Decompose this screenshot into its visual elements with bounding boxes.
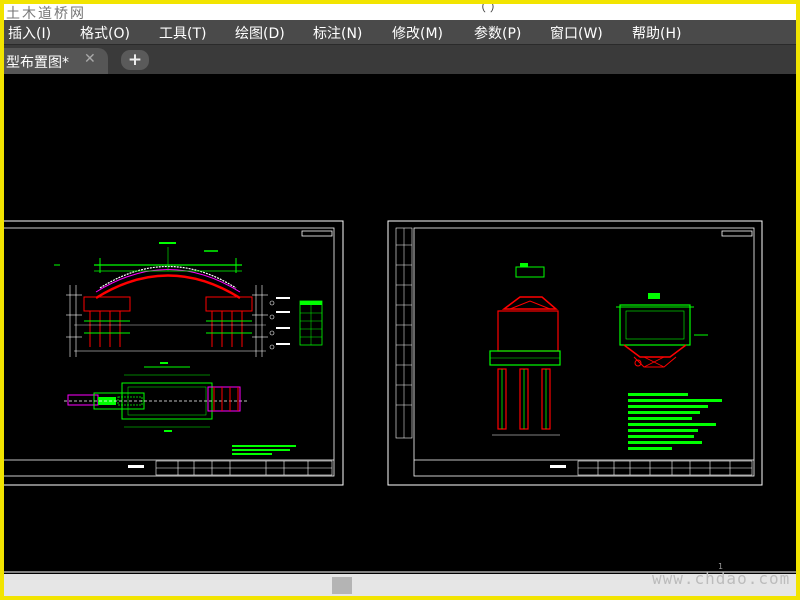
menu-window[interactable]: 窗口(W)	[550, 23, 603, 43]
title-bar: 土木道桥网 （ ）	[4, 4, 796, 20]
tab-layout-drawing[interactable]: 型布置图* ✕	[4, 48, 108, 74]
sheet-right-inner-border	[413, 227, 755, 477]
add-tab-button[interactable]: +	[121, 50, 149, 70]
sheet-left-title-tag	[301, 230, 333, 237]
quantity-table-left	[299, 300, 323, 346]
dim-right-side	[252, 285, 268, 357]
drawing-sheet-right	[387, 220, 763, 486]
menu-parameters[interactable]: 参数(P)	[474, 23, 521, 43]
menu-modify[interactable]: 修改(M)	[392, 23, 443, 43]
scrollbar-thumb[interactable]	[332, 577, 352, 594]
menu-tools[interactable]: 工具(T)	[159, 23, 206, 43]
site-logo: 土木道桥网	[6, 6, 86, 20]
sheet-right-outer-border	[387, 220, 763, 486]
drawing-sheet-left	[4, 220, 344, 486]
dim-left-side	[66, 285, 82, 357]
pier-left	[83, 296, 131, 347]
site-watermark: www.chdao.com	[652, 569, 791, 588]
pier-elevation	[489, 263, 561, 436]
cross-section	[616, 293, 708, 368]
pier-right	[205, 296, 253, 347]
window-title: （ ）	[474, 4, 502, 14]
drawing-canvas[interactable]	[4, 75, 796, 574]
menu-help[interactable]: 帮助(H)	[632, 23, 681, 43]
plan-view-left	[64, 362, 248, 432]
notes-left	[232, 445, 296, 455]
tab-label: 型布置图*	[6, 55, 69, 71]
title-block-right	[577, 460, 753, 476]
menu-bar: 插入(I) 格式(O) 工具(T) 绘图(D) 标注(N) 修改(M) 参数(P…	[4, 20, 796, 45]
notes-right	[628, 393, 722, 450]
menu-insert[interactable]: 插入(I)	[8, 23, 51, 43]
menu-format[interactable]: 格式(O)	[80, 23, 130, 43]
document-tab-bar: 型布置图* ✕ +	[4, 45, 796, 74]
menu-dimension[interactable]: 标注(N)	[313, 23, 362, 43]
close-icon[interactable]: ✕	[84, 51, 96, 67]
title-block-left	[155, 460, 333, 476]
menu-draw[interactable]: 绘图(D)	[235, 23, 285, 43]
